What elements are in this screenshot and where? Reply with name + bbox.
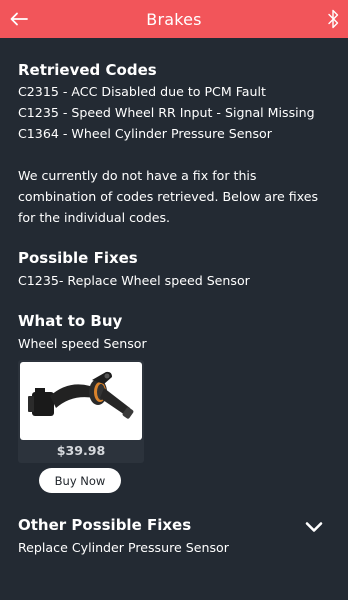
codes-list: C2315 - ACC Disabled due to PCM Fault C1… (18, 81, 315, 144)
page-title: Brakes (146, 9, 202, 29)
code-item: C2315 - ACC Disabled due to PCM Fault (18, 84, 266, 99)
code-item: C1235 - Speed Wheel RR Input - Signal Mi… (18, 105, 315, 120)
fix-item: C1235- Replace Wheel speed Sensor (18, 273, 250, 288)
notice-line: combination of codes retrieved. Below ar… (18, 189, 319, 204)
chevron-down-icon (305, 522, 323, 532)
notice-line: for the individual codes. (18, 210, 171, 225)
other-fixes-heading: Other Possible Fixes (18, 516, 192, 534)
buy-item-name: Wheel speed Sensor (18, 336, 147, 351)
arrow-left-icon (10, 12, 28, 26)
bluetooth-icon (327, 9, 338, 29)
product-card[interactable]: $39.98 (18, 360, 144, 463)
other-fix-item: Replace Cylinder Pressure Sensor (18, 540, 229, 555)
no-fix-notice: We currently do not have a fix for this … (18, 165, 336, 228)
retrieved-codes-heading: Retrieved Codes (18, 61, 157, 79)
expand-other-fixes-button[interactable] (303, 518, 325, 536)
product-price: $39.98 (56, 443, 106, 458)
back-button[interactable] (8, 7, 30, 31)
product-image (20, 362, 142, 440)
possible-fixes-heading: Possible Fixes (18, 249, 138, 267)
notice-line: We currently do not have a fix for this (18, 168, 257, 183)
bluetooth-button[interactable] (324, 6, 342, 32)
app-bar: Brakes (0, 0, 348, 38)
buy-now-button[interactable]: Buy Now (39, 468, 121, 493)
what-to-buy-heading: What to Buy (18, 312, 123, 330)
code-item: C1364 - Wheel Cylinder Pressure Sensor (18, 126, 272, 141)
